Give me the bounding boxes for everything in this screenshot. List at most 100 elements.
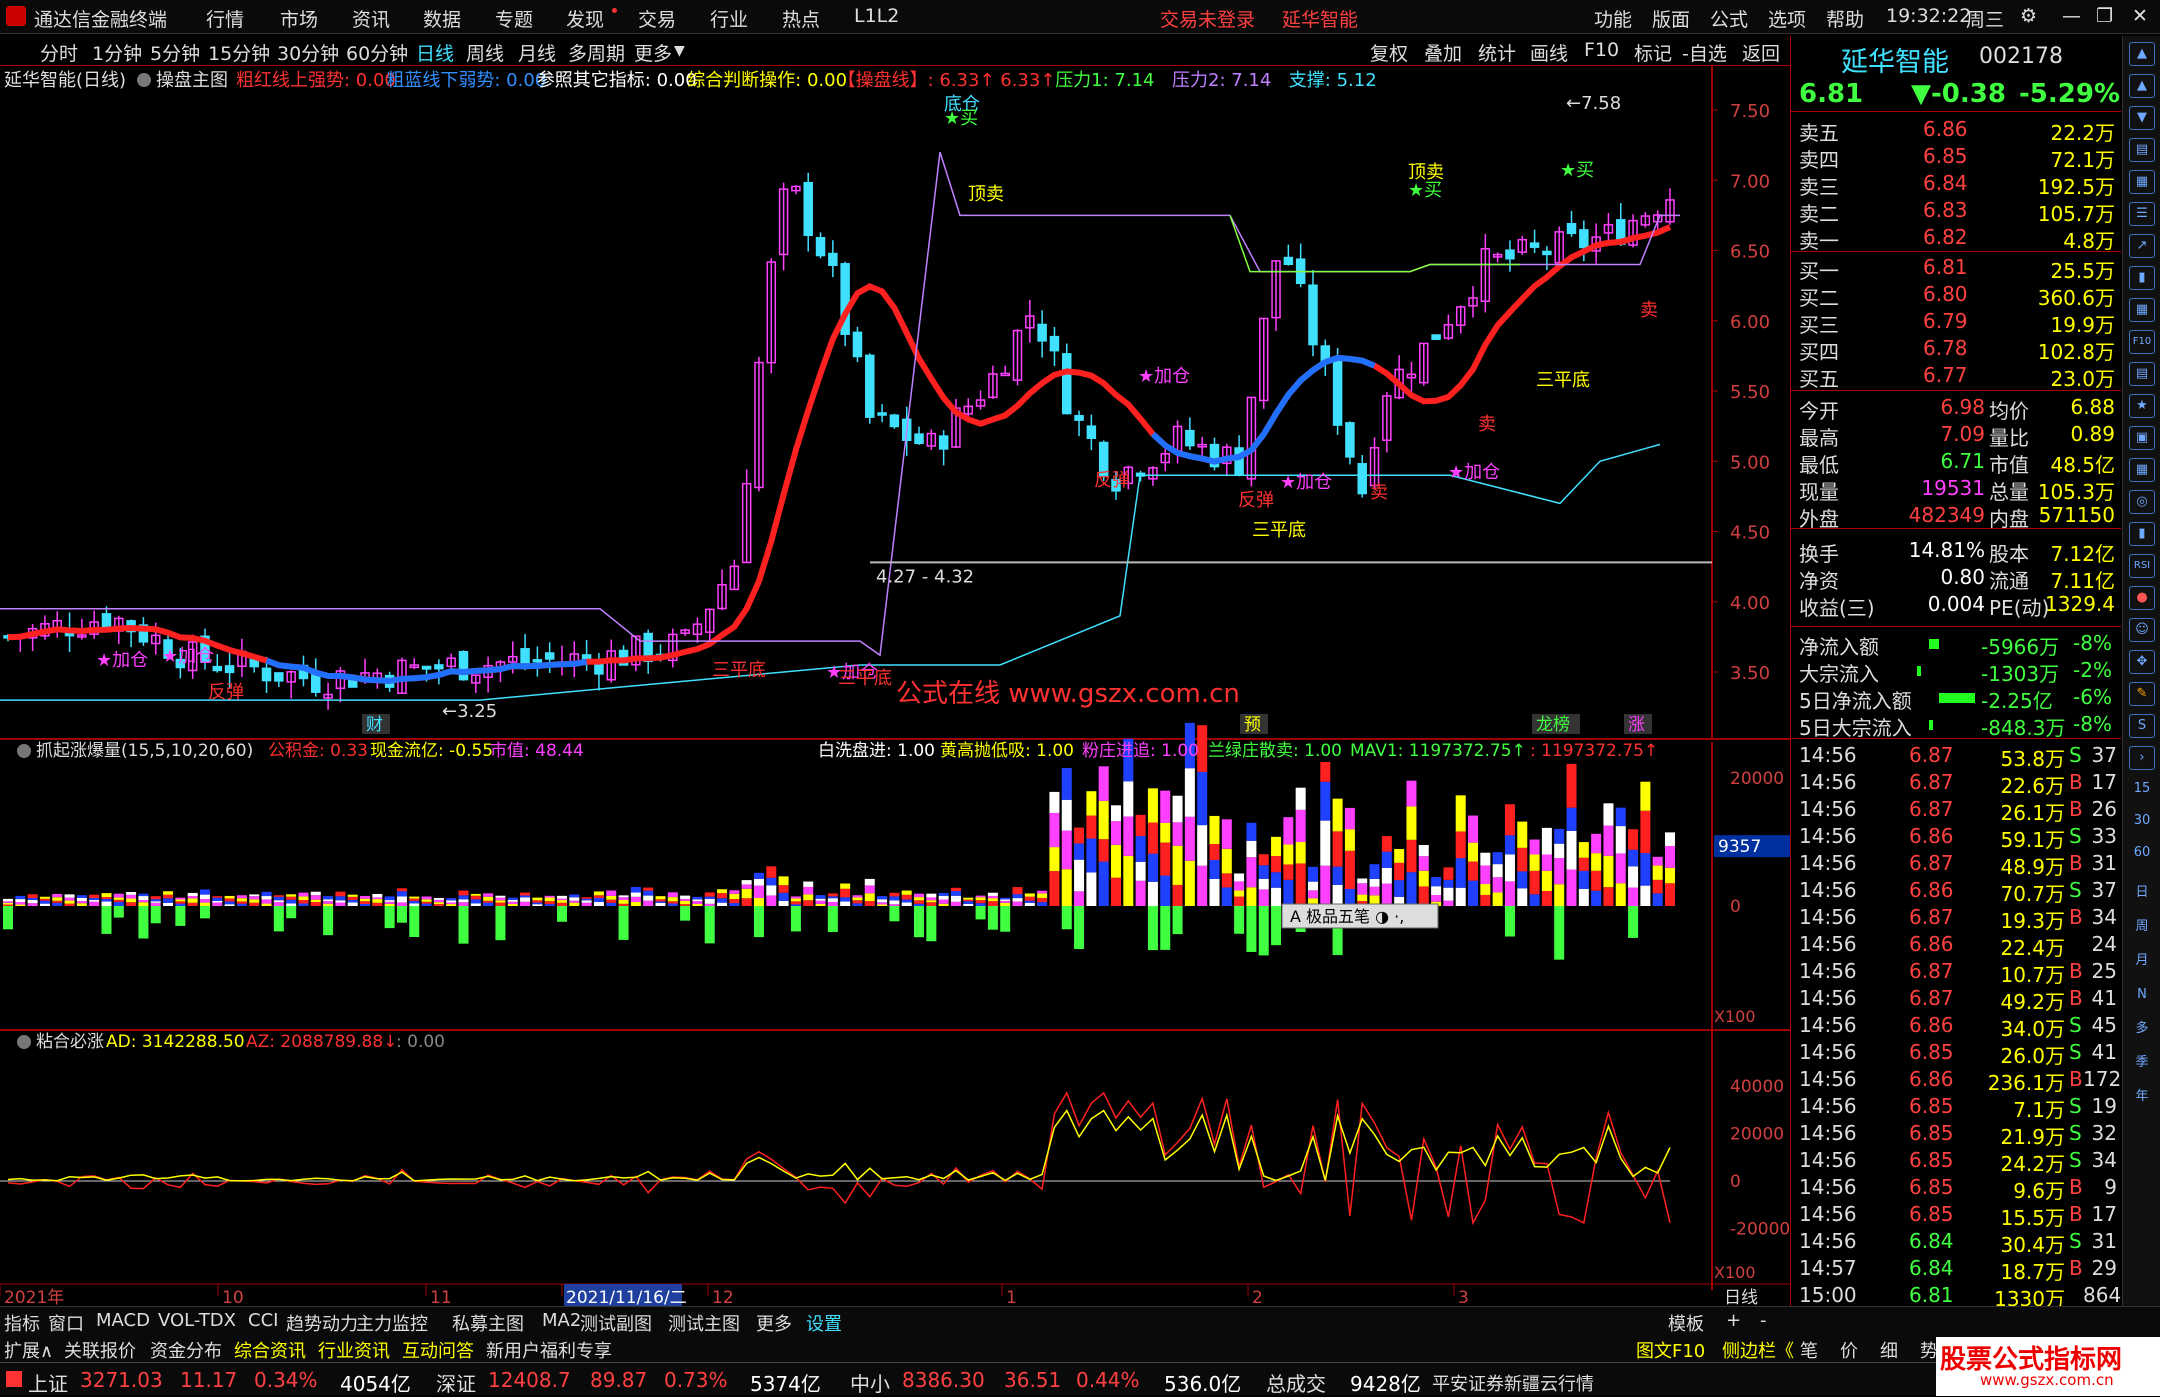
f10-icon[interactable]: F10 <box>2129 330 2155 354</box>
info-tab-6[interactable]: 新用户福利专享 <box>486 1337 612 1363</box>
formula-dropdown-icon[interactable] <box>137 73 151 87</box>
chevron-right-icon[interactable]: › <box>2129 746 2155 770</box>
tab-5[interactable]: 趋势动力 <box>286 1310 358 1336</box>
table-icon[interactable]: ▦ <box>2129 298 2155 322</box>
tool-zixuan[interactable]: -自选 <box>1682 39 1727 66</box>
menu-hangye[interactable]: 行业 <box>710 5 748 32</box>
period-60min[interactable]: 60分钟 <box>346 39 408 66</box>
tool-f10[interactable]: F10 <box>1584 39 1619 61</box>
period-1min[interactable]: 1分钟 <box>92 39 142 66</box>
period-monthly[interactable]: 月线 <box>518 39 556 66</box>
period-week-icon[interactable]: 周 <box>2129 916 2155 940</box>
circle-icon[interactable]: ◎ <box>2129 490 2155 514</box>
arrow-down-icon[interactable]: ▼ <box>2129 106 2155 130</box>
tab-11[interactable]: 更多 <box>756 1310 792 1336</box>
info-tab-1[interactable]: 关联报价 <box>64 1337 136 1363</box>
period-60-icon[interactable]: 60 <box>2129 842 2155 866</box>
period-year-icon[interactable]: 年 <box>2129 1086 2155 1110</box>
close-icon[interactable]: ✕ <box>2132 5 2148 27</box>
period-multi-icon[interactable]: 多 <box>2129 1018 2155 1042</box>
menu-redian[interactable]: 热点 <box>782 5 820 32</box>
login-notice[interactable]: 交易未登录 <box>1160 5 1255 32</box>
tool-huaxian[interactable]: 画线 <box>1530 39 1568 66</box>
info-tab-0[interactable]: 扩展∧ <box>4 1337 53 1363</box>
sz-label[interactable]: 深证 <box>436 1368 476 1397</box>
chart-canvas[interactable]: 7.50 7.00 6.50 6.00 5.50 5.00 4.50 4.00 3.50 2000… <box>0 66 1790 1308</box>
menu-gongneng[interactable]: 功能 <box>1594 5 1632 32</box>
menu-l1l2[interactable]: L1L2 <box>854 5 899 27</box>
period-quarter-icon[interactable]: 季 <box>2129 1052 2155 1076</box>
tool-fuquan[interactable]: 复权 <box>1370 39 1408 66</box>
tab-6[interactable]: 主力监控 <box>356 1310 428 1336</box>
settings-gear-icon[interactable]: ⚙ <box>2020 5 2037 27</box>
page-icon[interactable]: ▤ <box>2129 138 2155 162</box>
bar-icon[interactable]: ▮ <box>2129 522 2155 546</box>
menu-gongshi[interactable]: 公式 <box>1710 5 1748 32</box>
period-30min[interactable]: 30分钟 <box>277 39 339 66</box>
info-tab-2[interactable]: 资金分布 <box>150 1337 222 1363</box>
tool-tongji[interactable]: 统计 <box>1478 39 1516 66</box>
tab-2[interactable]: MACD <box>96 1310 150 1331</box>
menu-xuanxiang[interactable]: 选项 <box>1768 5 1806 32</box>
person-icon[interactable]: ☺ <box>2129 618 2155 642</box>
s-icon[interactable]: S <box>2129 714 2155 738</box>
period-multi[interactable]: 多周期 <box>568 39 625 66</box>
info-tab-4[interactable]: 行业资讯 <box>318 1337 390 1363</box>
side-tab-0[interactable]: 图文F10 <box>1636 1337 1705 1363</box>
tool-biaoji[interactable]: 标记 <box>1634 39 1672 66</box>
kline-chart-area[interactable]: 7.50 7.00 6.50 6.00 5.50 5.00 4.50 4.00 3.50 2000… <box>0 66 1790 1308</box>
side-tab-3[interactable]: 价 <box>1840 1337 1858 1363</box>
period-daily[interactable]: 日线 <box>416 39 454 66</box>
period-fenshi[interactable]: 分时 <box>40 39 78 66</box>
tab-4[interactable]: CCI <box>248 1310 278 1331</box>
menu-bangzhu[interactable]: 帮助 <box>1826 5 1864 32</box>
zx-label[interactable]: 中小 <box>850 1368 890 1397</box>
tab-minus[interactable]: - <box>1760 1310 1767 1331</box>
tab-3[interactable]: VOL-TDX <box>158 1310 236 1331</box>
period-15min[interactable]: 15分钟 <box>208 39 270 66</box>
restore-icon[interactable]: ❐ <box>2096 5 2113 27</box>
info-tab-3[interactable]: 综合资讯 <box>234 1337 306 1363</box>
menu-zixun[interactable]: 资讯 <box>352 5 390 32</box>
ad-dropdown-icon[interactable] <box>17 1035 31 1049</box>
period-month-icon[interactable]: 月 <box>2129 950 2155 974</box>
tab-template[interactable]: 模板 <box>1668 1310 1704 1336</box>
menu-shichang[interactable]: 市场 <box>280 5 318 32</box>
side-tab-1[interactable]: 侧边栏《 <box>1722 1337 1794 1363</box>
info-tab-5[interactable]: 互动问答 <box>402 1337 474 1363</box>
arrow-up-icon[interactable]: ▲ <box>2129 42 2155 66</box>
tab-12[interactable]: 设置 <box>806 1310 842 1336</box>
fire-icon[interactable]: ● <box>2129 586 2155 610</box>
menu-banmian[interactable]: 版面 <box>1652 5 1690 32</box>
more-dropdown-icon[interactable]: ▼ <box>674 43 685 59</box>
tab-8[interactable]: MA2 <box>542 1310 581 1331</box>
side-tab-2[interactable]: 笔 <box>1800 1337 1818 1363</box>
side-tab-4[interactable]: 细 <box>1880 1337 1898 1363</box>
tab-1[interactable]: 窗口 <box>48 1310 84 1336</box>
menu-shuju[interactable]: 数据 <box>423 5 461 32</box>
period-15-icon[interactable]: 15 <box>2129 778 2155 802</box>
arrow-up-icon-2[interactable]: ▲ <box>2129 74 2155 98</box>
rsi-icon[interactable]: RSI <box>2129 554 2155 578</box>
main-formula-name[interactable]: 操盘主图 <box>156 70 228 91</box>
pen-icon[interactable]: ✎ <box>2129 682 2155 706</box>
tab-0[interactable]: 指标 <box>4 1310 40 1336</box>
tool-diejia[interactable]: 叠加 <box>1424 39 1462 66</box>
period-weekly[interactable]: 周线 <box>466 39 504 66</box>
menu-faxian[interactable]: 发现 <box>566 5 604 32</box>
sh-label[interactable]: 上证 <box>28 1368 68 1397</box>
menu-zhuanti[interactable]: 专题 <box>495 5 533 32</box>
minimize-icon[interactable]: — <box>2062 5 2081 27</box>
menu-jiaoyi[interactable]: 交易 <box>638 5 676 32</box>
list-icon[interactable]: ☰ <box>2129 202 2155 226</box>
calendar-icon[interactable]: ▦ <box>2129 458 2155 482</box>
chart-line-icon[interactable]: ↗ <box>2129 234 2155 258</box>
doc-icon[interactable]: ▤ <box>2129 362 2155 386</box>
tool-fanhui[interactable]: 返回 <box>1742 39 1780 66</box>
star-icon[interactable]: ★ <box>2129 394 2155 418</box>
tab-7[interactable]: 私募主图 <box>452 1310 524 1336</box>
period-30-icon[interactable]: 30 <box>2129 810 2155 834</box>
tab-9[interactable]: 测试副图 <box>580 1310 652 1336</box>
tab-plus[interactable]: + <box>1726 1310 1741 1331</box>
period-n-icon[interactable]: N <box>2129 984 2155 1008</box>
